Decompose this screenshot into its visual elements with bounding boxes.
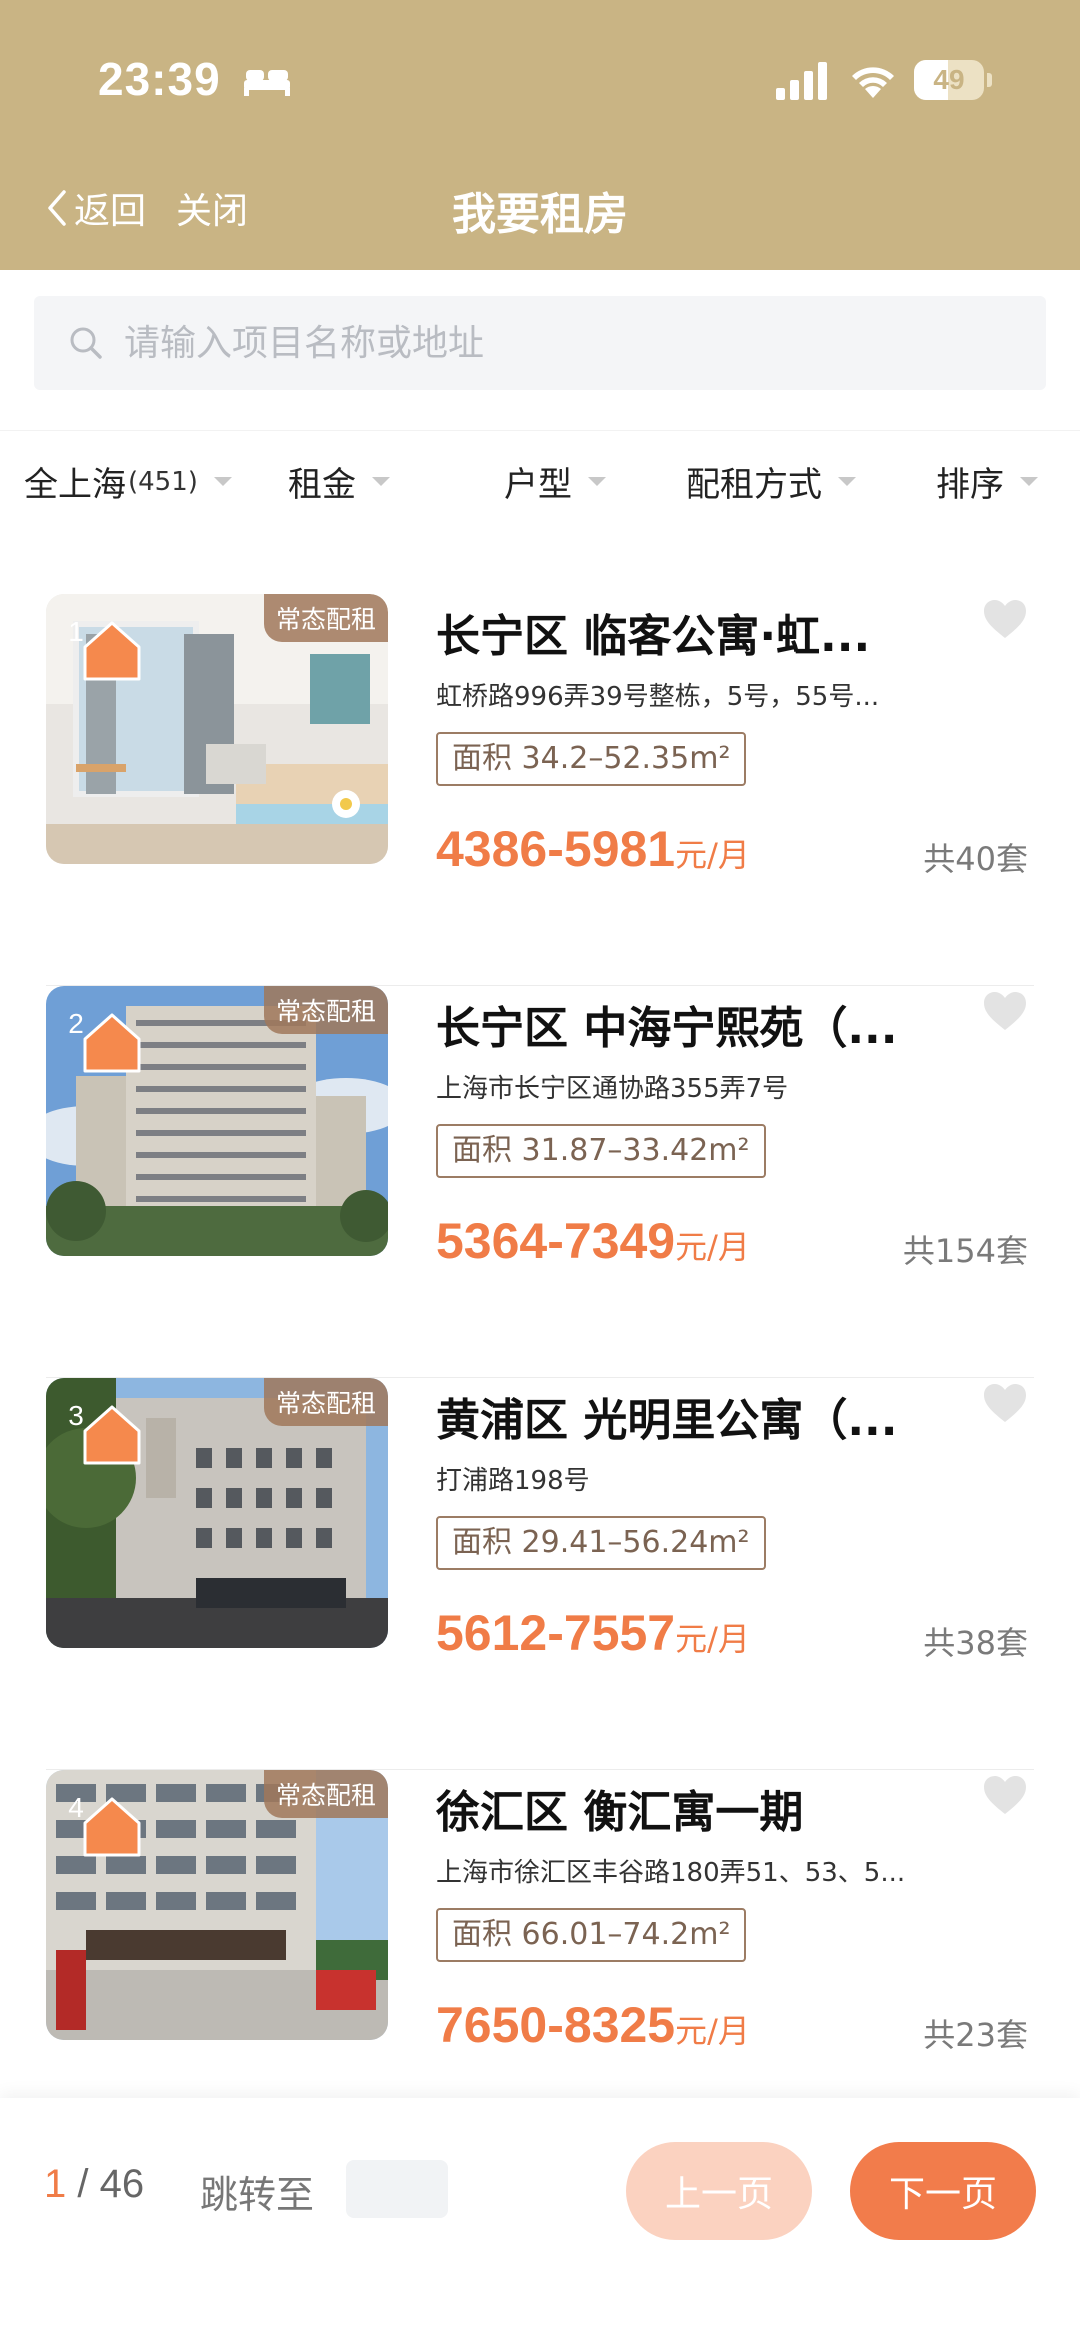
filter-region-count: (451) <box>128 466 198 497</box>
listing-title: 长宁区 临客公寓·虹... <box>436 611 871 662</box>
filter-region-label: 全上海 <box>24 465 126 505</box>
favorite-heart-icon[interactable] <box>982 990 1028 1032</box>
caret-down-icon <box>838 477 856 486</box>
listing-photo: 常态配租 1 <box>46 594 388 864</box>
listing-tag: 常态配租 <box>263 594 388 642</box>
listing-price: 5364-7349元/月 <box>436 1212 750 1270</box>
price-unit: 元/月 <box>675 1228 750 1266</box>
rank-number: 4 <box>68 1792 84 1823</box>
price-range: 5612-7557 <box>436 1605 676 1661</box>
caret-down-icon <box>588 477 606 486</box>
listing-unit-count: 共154套 <box>902 1232 1028 1270</box>
filter-layout-label: 户型 <box>504 465 572 505</box>
filter-rent[interactable]: 租金 <box>288 457 390 506</box>
price-unit: 元/月 <box>675 1620 750 1658</box>
favorite-heart-icon[interactable] <box>982 598 1028 640</box>
pagination-footer: 1 / 46 跳转至 上一页 下一页 <box>0 2098 1080 2341</box>
listing-price: 4386-5981元/月 <box>436 820 750 878</box>
listing-unit-count: 共23套 <box>923 2016 1028 2054</box>
filter-sort-label: 排序 <box>936 465 1004 505</box>
jump-label: 跳转至 <box>200 2173 315 2217</box>
total-pages: 46 <box>99 2162 145 2206</box>
filter-bar: 全上海 (451) 租金 户型 配租方式 排序 <box>0 430 1080 526</box>
rank-number: 1 <box>68 616 84 647</box>
listing-title: 徐汇区 衡汇寓一期 <box>436 1787 804 1838</box>
filter-sort[interactable]: 排序 <box>936 457 1038 506</box>
listing-card[interactable]: 常态配租 1 长宁区 临客公寓·虹... 虹桥路996弄39号整栋，5号，55号… <box>46 594 1034 986</box>
price-range: 7650-8325 <box>436 1997 676 2053</box>
jump-page-input[interactable] <box>346 2160 448 2218</box>
caret-down-icon <box>1020 477 1038 486</box>
price-range: 5364-7349 <box>436 1213 676 1269</box>
search-section <box>0 270 1080 420</box>
listing-photo: 常态配租 2 <box>46 986 388 1256</box>
filter-region[interactable]: 全上海 (451) <box>24 457 232 506</box>
listing-title: 黄浦区 光明里公寓（... <box>436 1395 898 1446</box>
listing-tag: 常态配租 <box>263 986 388 1034</box>
listing-address: 虹桥路996弄39号整栋，5号，55号... <box>436 682 880 712</box>
rank-number: 2 <box>68 1008 84 1039</box>
status-time: 23:39 <box>98 53 221 105</box>
listing-area: 面积 34.2–52.35m² <box>436 732 747 786</box>
listing-card[interactable]: 常态配租 3 黄浦区 光明里公寓（... 打浦路198号 面积 29.41–56… <box>46 1378 1034 1770</box>
price-unit: 元/月 <box>675 2012 750 2050</box>
page-indicator: 1 / 46 <box>44 2162 144 2207</box>
listing-area: 面积 31.87–33.42m² <box>436 1124 766 1178</box>
listing-card[interactable]: 常态配租 2 长宁区 中海宁熙苑（... 上海市长宁区通协路355弄7号 面积 … <box>46 986 1034 1378</box>
search-icon <box>70 327 102 359</box>
listing-title: 长宁区 中海宁熙苑（... <box>436 1003 898 1054</box>
listing-unit-count: 共40套 <box>923 840 1028 878</box>
listing-price: 7650-8325元/月 <box>436 1996 750 2054</box>
listing-address: 上海市徐汇区丰谷路180弄51、53、5... <box>436 1858 906 1888</box>
price-range: 4386-5981 <box>436 821 676 877</box>
wifi-icon <box>852 67 894 98</box>
listing-area: 面积 66.01–74.2m² <box>436 1908 747 1962</box>
listing-area: 面积 29.41–56.24m² <box>436 1516 766 1570</box>
listing-photo: 常态配租 3 <box>46 1378 388 1648</box>
listing-unit-count: 共38套 <box>923 1624 1028 1662</box>
favorite-heart-icon[interactable] <box>982 1774 1028 1816</box>
search-bar[interactable] <box>34 296 1046 390</box>
page-separator: / <box>66 2162 100 2206</box>
status-bar: 23:39 49 <box>0 52 1080 112</box>
filter-allocation[interactable]: 配租方式 <box>686 457 856 506</box>
caret-down-icon <box>213 477 232 486</box>
battery-level: 49 <box>933 64 965 95</box>
favorite-heart-icon[interactable] <box>982 1382 1028 1424</box>
listing-address: 上海市长宁区通协路355弄7号 <box>436 1074 789 1104</box>
navigation-bar: 返回 关闭 我要租房 <box>0 170 1080 250</box>
app-header: 23:39 49 返回 关闭 我要租房 <box>0 0 1080 270</box>
listing-price: 5612-7557元/月 <box>436 1604 750 1662</box>
search-input[interactable] <box>124 322 1004 364</box>
page-title: 我要租房 <box>452 189 628 240</box>
filter-rent-label: 租金 <box>288 465 356 505</box>
current-page: 1 <box>44 2162 67 2206</box>
filter-allocation-label: 配租方式 <box>686 465 822 505</box>
prev-page-button[interactable]: 上一页 <box>626 2142 812 2240</box>
caret-down-icon <box>372 477 390 486</box>
rank-number: 3 <box>68 1400 84 1431</box>
listing-address: 打浦路198号 <box>436 1466 590 1496</box>
listing-tag: 常态配租 <box>263 1378 388 1426</box>
listing-photo: 常态配租 4 <box>46 1770 388 2040</box>
price-unit: 元/月 <box>675 836 750 874</box>
filter-layout[interactable]: 户型 <box>504 457 606 506</box>
sleep-mode-icon <box>244 70 290 96</box>
next-page-button[interactable]: 下一页 <box>850 2142 1036 2240</box>
cellular-signal-icon <box>776 62 827 100</box>
listing-tag: 常态配租 <box>263 1770 388 1818</box>
battery-icon: 49 <box>914 60 992 100</box>
